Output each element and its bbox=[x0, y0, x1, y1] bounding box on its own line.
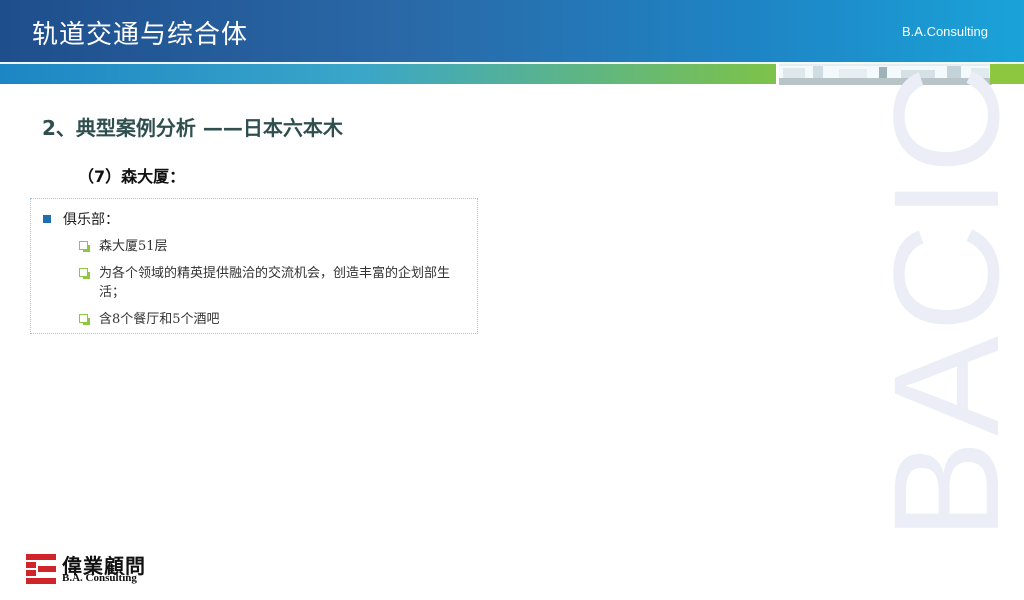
list-item-label: 森大厦51层 bbox=[99, 239, 168, 254]
section-title: 2、典型案例分析 ——日本六本木 bbox=[42, 116, 343, 140]
header-title: 轨道交通与综合体 bbox=[32, 20, 249, 50]
brick-logo-icon bbox=[26, 554, 56, 584]
list-item-label: 含8个餐厅和5个酒吧 bbox=[99, 312, 220, 327]
checkbox-bullet-icon bbox=[79, 268, 90, 279]
main-bullet-label: 俱乐部： bbox=[63, 212, 119, 228]
case-subtitle: （7）森大厦： bbox=[78, 167, 186, 186]
list-item-label: 为各个领域的精英提供融洽的交流机会，创造丰富的企划部生活； bbox=[99, 266, 451, 300]
bacic-watermark: BACIC bbox=[862, 61, 1024, 540]
checkbox-bullet-icon bbox=[79, 314, 90, 325]
header-bar: 轨道交通与综合体 B.A.Consulting bbox=[0, 0, 1024, 62]
header-brand: B.A.Consulting bbox=[902, 24, 988, 39]
content-box: 俱乐部： 森大厦51层 为各个领域的精英提供融洽的交流机会，创造丰富的企划部生活… bbox=[30, 198, 478, 334]
main-bullet: 俱乐部： bbox=[43, 209, 119, 229]
square-bullet-icon bbox=[43, 215, 51, 223]
logo-english-name: B.A. Consulting bbox=[62, 572, 137, 584]
company-logo: 偉業顧問 B.A. Consulting bbox=[26, 550, 156, 590]
list-item: 含8个餐厅和5个酒吧 bbox=[79, 310, 465, 329]
list-item: 森大厦51层 bbox=[79, 237, 465, 256]
checkbox-bullet-icon bbox=[79, 241, 90, 252]
list-item: 为各个领域的精英提供融洽的交流机会，创造丰富的企划部生活； bbox=[79, 264, 465, 302]
sub-bullet-list: 森大厦51层 为各个领域的精英提供融洽的交流机会，创造丰富的企划部生活； 含8个… bbox=[79, 237, 465, 337]
